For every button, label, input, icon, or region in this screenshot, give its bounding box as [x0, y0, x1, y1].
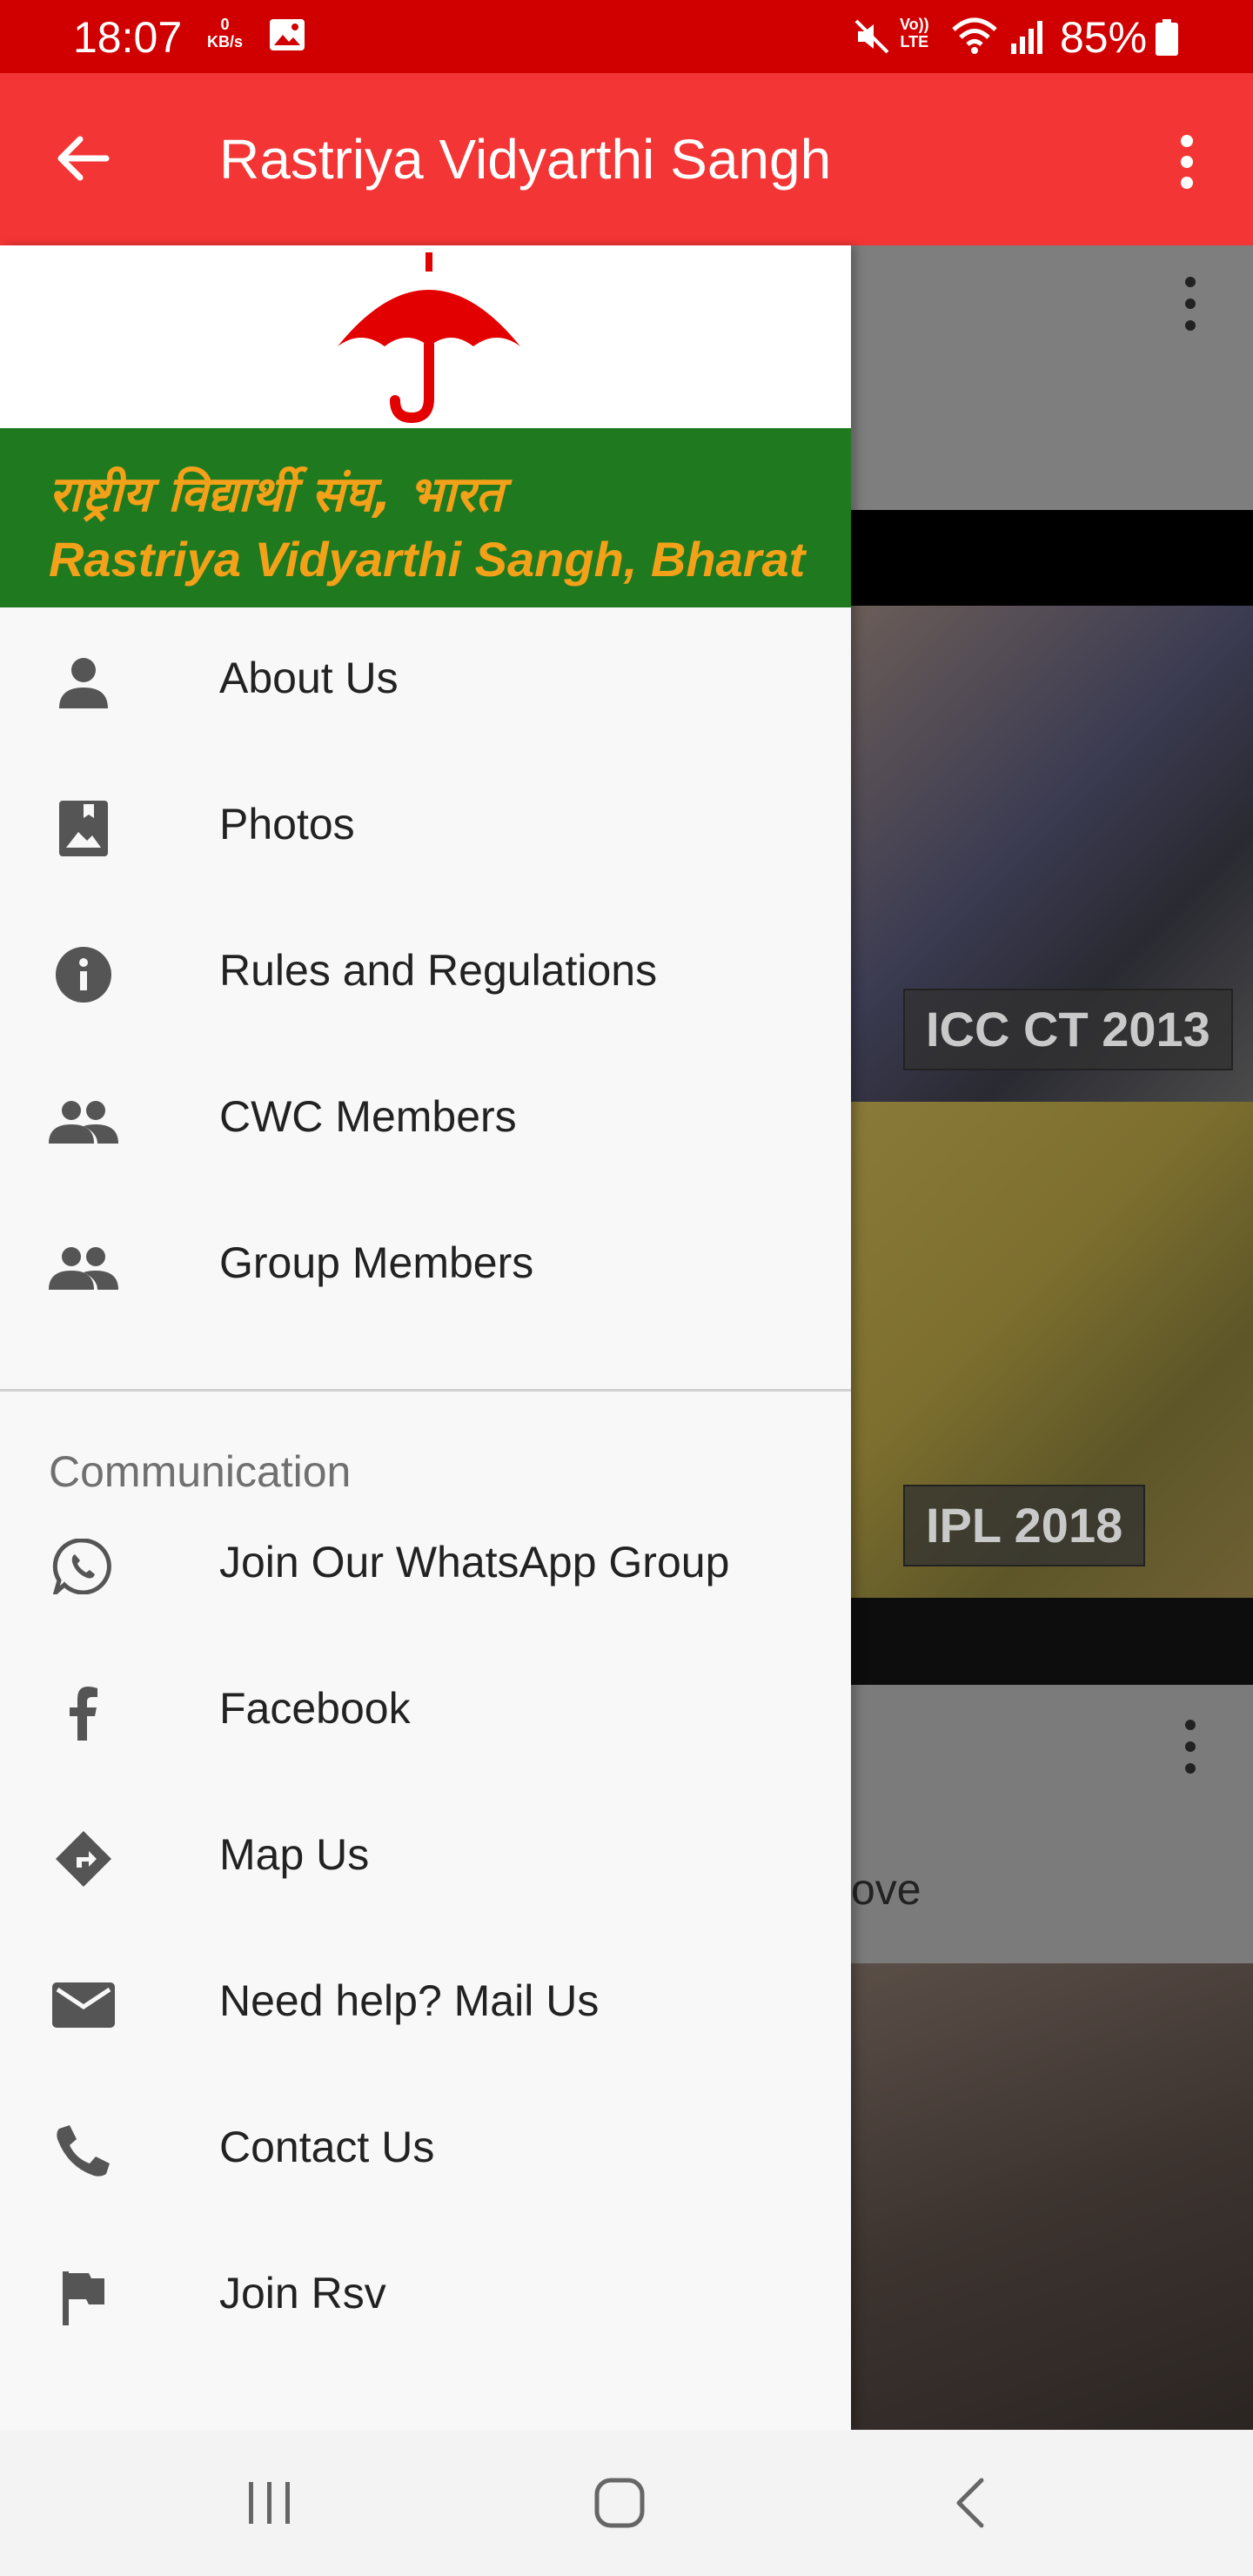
group-icon	[49, 1239, 118, 1295]
network-speed-unit: KB/s	[207, 33, 244, 50]
directions-icon	[49, 1831, 118, 1887]
mail-icon	[49, 1977, 118, 2033]
status-time: 18:07	[73, 13, 183, 62]
battery-icon	[1156, 19, 1178, 56]
feed-card: ove	[851, 1685, 1253, 1963]
menu-item-label: Facebook	[219, 1684, 411, 1733]
banner-english-title: Rastriya Vidyarthi Sangh, Bharat	[49, 532, 806, 587]
menu-item-mail-us[interactable]: Need help? Mail Us	[0, 1930, 851, 2076]
recents-icon[interactable]	[244, 2479, 296, 2527]
photo-caption: IPL 2018	[903, 1485, 1146, 1566]
nav-back-icon[interactable]	[948, 2475, 992, 2531]
home-icon[interactable]	[593, 2477, 646, 2529]
menu-item-photos[interactable]: Photos	[0, 754, 851, 900]
drawer-banner: राष्ट्रीय विद्यार्थी संघ, भारत Rastriya …	[0, 428, 851, 607]
menu-item-contact-us[interactable]: Contact Us	[0, 2076, 851, 2223]
more-vert-icon[interactable]	[1163, 129, 1211, 195]
menu-item-label: Map Us	[219, 1830, 370, 1879]
menu-item-cwc-members[interactable]: CWC Members	[0, 1046, 851, 1192]
menu-item-label: Join Our WhatsApp Group	[219, 1538, 730, 1587]
group-icon	[49, 1093, 118, 1149]
status-bar: 18:07 0 KB/s Vo)) LTE 85%	[0, 0, 1253, 73]
network-speed: 0 KB/s	[207, 16, 243, 50]
menu-item-label: Need help? Mail Us	[219, 1976, 600, 2025]
feed-card	[851, 245, 1253, 510]
system-nav-bar	[0, 2430, 1253, 2576]
person-icon	[49, 654, 118, 710]
gallery-notification-icon	[270, 19, 305, 50]
menu-divider	[0, 1389, 851, 1392]
photo-icon	[49, 801, 118, 856]
menu-item-map-us[interactable]: Map Us	[0, 1784, 851, 1930]
menu-item-label: Photos	[219, 800, 355, 849]
volte-top: Vo))	[900, 16, 929, 33]
app-title: Rastriya Vidyarthi Sangh	[219, 128, 832, 191]
menu-item-whatsapp[interactable]: Join Our WhatsApp Group	[0, 1492, 851, 1638]
phone-icon	[49, 2123, 118, 2179]
card-text: ove	[851, 1865, 921, 1914]
banner-hindi-title: राष्ट्रीय विद्यार्थी संघ, भारत	[49, 466, 504, 523]
card-more-icon	[1185, 277, 1196, 331]
mute-icon	[854, 19, 889, 54]
navigation-drawer: राष्ट्रीय विद्यार्थी संघ, भारत Rastriya …	[0, 245, 851, 2430]
menu-item-rules[interactable]: Rules and Regulations	[0, 900, 851, 1046]
section-header-communication: Communication	[49, 1447, 352, 1496]
menu-item-label: Join Rsv	[219, 2269, 386, 2318]
menu-item-label: Contact Us	[219, 2123, 435, 2171]
feed-photo: IPL 2018	[851, 1102, 1253, 1598]
card-more-icon	[1185, 1720, 1196, 1774]
whatsapp-icon	[49, 1538, 118, 1600]
back-arrow-icon[interactable]	[50, 125, 117, 191]
menu-item-label: CWC Members	[219, 1092, 517, 1141]
facebook-icon	[49, 1685, 118, 1741]
feed-photo: ICC CT 2013	[851, 606, 1253, 1102]
menu-item-label: Group Members	[219, 1238, 534, 1287]
menu-item-label: Rules and Regulations	[219, 946, 658, 995]
umbrella-logo-icon	[338, 252, 520, 424]
photo-frame-strip	[851, 510, 1253, 606]
network-speed-value: 0	[220, 16, 230, 33]
menu-item-facebook[interactable]: Facebook	[0, 1638, 851, 1784]
drawer-logo-area	[0, 245, 851, 428]
wifi-icon	[952, 17, 997, 54]
flag-icon	[49, 2270, 118, 2325]
menu-item-join-rsv[interactable]: Join Rsv	[0, 2223, 851, 2369]
menu-item-label: About Us	[219, 654, 399, 702]
signal-icon	[1011, 21, 1042, 54]
photo-caption: ICC CT 2013	[903, 989, 1233, 1070]
photo-frame-strip	[851, 1598, 1253, 1685]
menu-item-about-us[interactable]: About Us	[0, 607, 851, 754]
volte-indicator: Vo)) LTE	[900, 16, 929, 50]
app-bar: Rastriya Vidyarthi Sangh	[0, 73, 1253, 245]
battery-percent: 85%	[1060, 13, 1148, 62]
feed-photo	[851, 1963, 1253, 2430]
background-feed: ICC CT 2013 IPL 2018 ove	[851, 245, 1253, 2430]
info-icon	[49, 947, 118, 1003]
volte-bottom: LTE	[900, 33, 929, 50]
menu-item-group-members[interactable]: Group Members	[0, 1192, 851, 1338]
